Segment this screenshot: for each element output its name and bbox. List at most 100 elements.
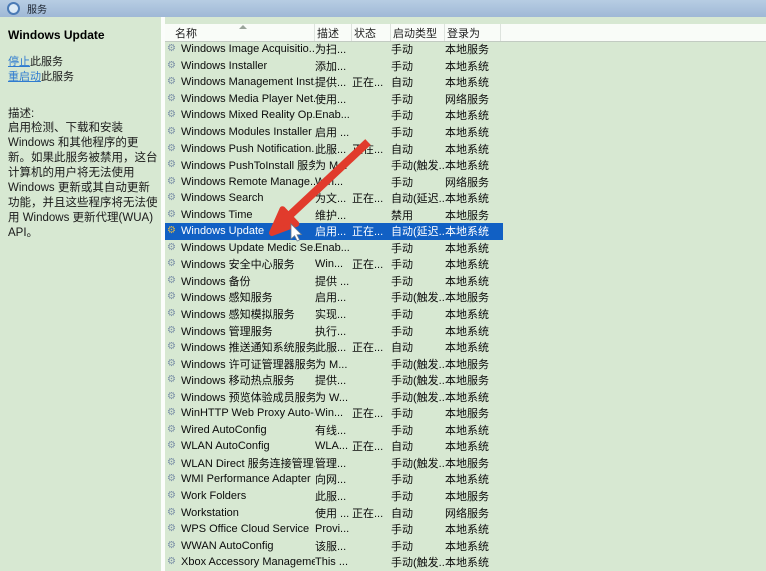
description-label: 描述: [8,105,34,121]
table-row[interactable]: ⚙ Windows Image Acquisitio... 为扫... 手动 本… [165,41,503,58]
column-header-description[interactable]: 描述 [315,24,352,41]
table-row[interactable]: ⚙ Windows 预览体验成员服务 为 W... 手动(触发... 本地系统 [165,388,503,405]
table-row[interactable]: ⚙ Windows Media Player Net... 使用... 手动 网… [165,91,503,108]
table-row[interactable]: ⚙ Windows 移动热点服务 提供... 手动(触发... 本地服务 [165,372,503,389]
service-gear-icon: ⚙ [165,425,181,435]
service-logon-cell: 本地系统 [445,538,501,554]
service-gear-icon: ⚙ [165,474,181,484]
table-row[interactable]: ⚙ WinHTTP Web Proxy Auto-... Win... 正在..… [165,405,503,422]
table-row[interactable]: ⚙ Windows 感知服务 启用... 手动(触发... 本地服务 [165,289,503,306]
service-status-cell: 正在... [352,141,391,157]
table-row[interactable]: ⚙ Windows 感知模拟服务 实现... 手动 本地系统 [165,306,503,323]
service-status-cell: 正在... [352,190,391,206]
service-status-cell: 正在... [352,339,391,355]
service-gear-icon: ⚙ [165,508,181,518]
service-name-cell: WPS Office Cloud Service [181,523,315,535]
service-gear-icon: ⚙ [165,110,181,120]
service-name-cell: Windows Push Notification... [181,143,315,155]
table-row[interactable]: ⚙ WLAN Direct 服务连接管理... 管理... 手动(触发... 本… [165,455,503,472]
table-row[interactable]: ⚙ Windows 许可证管理器服务 为 M... 手动(触发... 本地服务 [165,355,503,372]
service-description: 启用检测、下载和安装 Windows 和其他程序的更新。如果此服务被禁用，这台计… [8,121,158,241]
service-startup-type-cell: 自动 [391,141,445,157]
table-row[interactable]: ⚙ Windows 推送通知系统服务 此服... 正在... 自动 本地系统 [165,339,503,356]
service-gear-icon: ⚙ [165,326,181,336]
service-gear-icon: ⚙ [165,77,181,87]
service-startup-type-cell: 手动 [391,538,445,554]
table-row[interactable]: ⚙ Windows 管理服务 执行... 手动 本地系统 [165,322,503,339]
table-row[interactable]: ⚙ Windows Time 维护... 禁用 本地服务 [165,206,503,223]
table-row[interactable]: ⚙ WLAN AutoConfig WLA... 正在... 自动 本地系统 [165,438,503,455]
service-description-cell: 使用 ... [315,505,352,521]
table-row[interactable]: ⚙ Windows Installer 添加... 手动 本地系统 [165,58,503,75]
service-info-panel: Windows Update 停止此服务 重启动此服务 描述: 启用检测、下载和… [0,17,161,571]
service-description-cell: Enab... [315,242,352,254]
service-startup-type-cell: 禁用 [391,207,445,223]
table-row[interactable]: ⚙ Windows Update Medic Se... Enab... 手动 … [165,240,503,257]
service-name-cell: Workstation [181,507,315,519]
service-startup-type-cell: 自动 [391,339,445,355]
column-header-logon-as[interactable]: 登录为 [445,24,501,41]
service-description-cell: Win... [315,176,352,188]
table-row[interactable]: ⚙ Windows Management Inst... 提供... 正在...… [165,74,503,91]
service-name-cell: Windows Mixed Reality Op... [181,109,315,121]
service-description-cell: 提供 ... [315,273,352,289]
service-name-cell: Windows Search [181,192,315,204]
table-row[interactable]: ⚙ Windows Remote Manage... Win... 手动 网络服… [165,173,503,190]
table-row[interactable]: ⚙ WMI Performance Adapter 向网... 手动 本地系统 [165,471,503,488]
service-startup-type-cell: 手动 [391,488,445,504]
table-row[interactable]: ⚙ Xbox Accessory Manageme... This ... 手动… [165,554,503,571]
service-startup-type-cell: 自动(延迟... [391,223,445,239]
service-description-cell: 为文... [315,190,352,206]
table-row[interactable]: ⚙ Windows Search 为文... 正在... 自动(延迟... 本地… [165,190,503,207]
service-startup-type-cell: 手动(触发... [391,289,445,305]
table-row[interactable]: ⚙ Work Folders 此服... 手动 本地服务 [165,488,503,505]
column-header-status[interactable]: 状态 [352,24,391,41]
table-row[interactable]: ⚙ WPS Office Cloud Service Provi... 手动 本… [165,521,503,538]
table-row[interactable]: ⚙ Windows PushToInstall 服务 为 M... 手动(触发.… [165,157,503,174]
service-logon-cell: 本地系统 [445,58,501,74]
service-name-cell: WinHTTP Web Proxy Auto-... [181,407,315,419]
service-name-cell: Windows Time [181,209,315,221]
table-row[interactable]: ⚙ Windows 备份 提供 ... 手动 本地系统 [165,273,503,290]
service-description-cell: 有线... [315,422,352,438]
service-description-cell: 执行... [315,323,352,339]
service-name-cell: Windows Remote Manage... [181,176,315,188]
table-row[interactable]: ⚙ Windows Push Notification... 此服... 正在.… [165,140,503,157]
service-gear-icon: ⚙ [165,342,181,352]
service-logon-cell: 本地系统 [445,306,501,322]
service-gear-icon: ⚙ [165,243,181,253]
service-rows: ⚙ Windows Image Acquisitio... 为扫... 手动 本… [165,41,766,571]
service-startup-type-cell: 手动 [391,422,445,438]
restart-service-link[interactable]: 重启动 [8,71,41,83]
service-gear-icon: ⚙ [165,94,181,104]
column-header-startup-type[interactable]: 启动类型 [391,24,445,41]
stop-service-link[interactable]: 停止 [8,56,30,68]
table-row[interactable]: ⚙ Windows Update 启用... 正在... 自动(延迟... 本地… [165,223,503,240]
service-gear-icon: ⚙ [165,309,181,319]
service-logon-cell: 本地系统 [445,157,501,173]
service-logon-cell: 本地服务 [445,207,501,223]
table-row[interactable]: ⚙ Wired AutoConfig 有线... 手动 本地系统 [165,422,503,439]
service-logon-cell: 本地系统 [445,422,501,438]
service-description-cell: Enab... [315,109,352,121]
service-logon-cell: 本地系统 [445,190,501,206]
table-row[interactable]: ⚙ Windows Modules Installer 启用 ... 手动 本地… [165,124,503,141]
service-gear-icon: ⚙ [165,359,181,369]
service-logon-cell: 本地服务 [445,488,501,504]
service-startup-type-cell: 手动 [391,471,445,487]
service-name-cell: Windows 备份 [181,273,315,289]
service-list-panel: 名称 描述 状态 启动类型 登录为 ⚙ Windows Image Acquis… [165,17,766,571]
table-row[interactable]: ⚙ WWAN AutoConfig 该服... 手动 本地系统 [165,537,503,554]
service-gear-icon: ⚙ [165,541,181,551]
table-row[interactable]: ⚙ Windows 安全中心服务 Win... 正在... 手动 本地系统 [165,256,503,273]
service-description-cell: This ... [315,556,352,568]
table-row[interactable]: ⚙ Workstation 使用 ... 正在... 自动 网络服务 [165,504,503,521]
service-gear-icon: ⚙ [165,292,181,302]
service-description-cell: 提供... [315,372,352,388]
services-window: 服务 Windows Update 停止此服务 重启动此服务 描述: 启用检测、… [0,0,766,571]
service-logon-cell: 本地服务 [445,41,501,57]
table-row[interactable]: ⚙ Windows Mixed Reality Op... Enab... 手动… [165,107,503,124]
service-gear-icon: ⚙ [165,557,181,567]
stop-service-line: 停止此服务 [8,55,74,70]
service-startup-type-cell: 手动(触发... [391,455,445,471]
